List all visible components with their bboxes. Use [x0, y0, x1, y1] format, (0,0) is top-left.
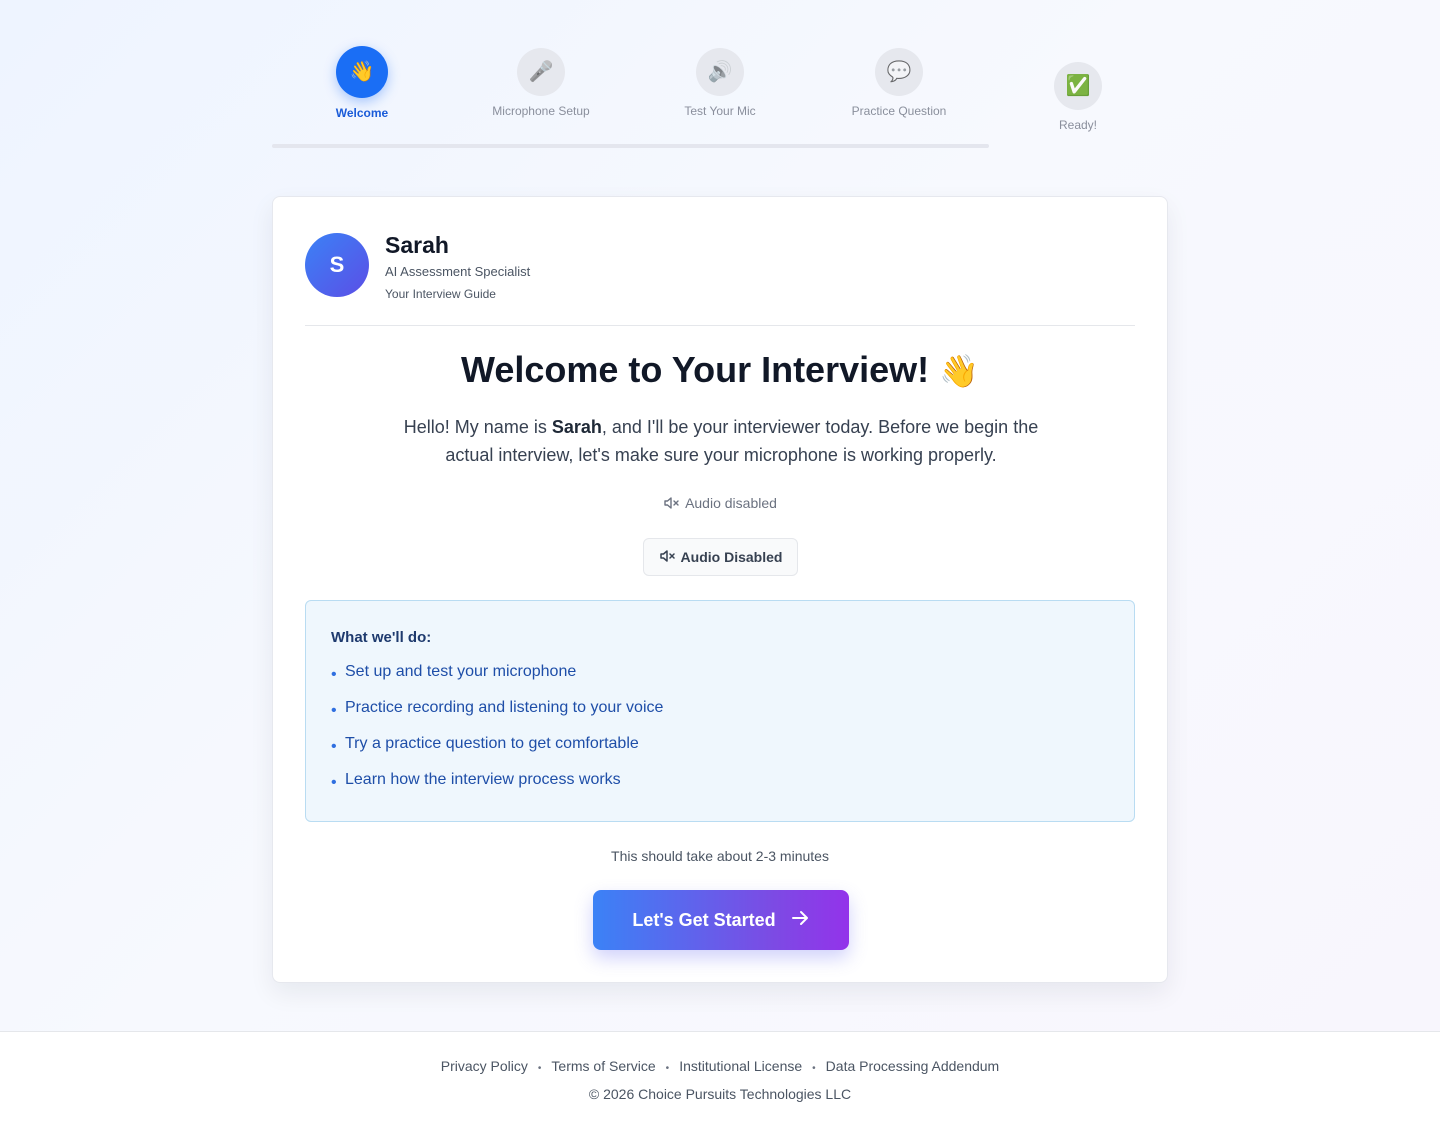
- progress-stepper: 👋 Welcome 🎤 Microphone Setup 🔊 Test Your…: [272, 36, 1168, 156]
- waving-hand-icon: 👋: [336, 46, 388, 98]
- duration-note: This should take about 2-3 minutes: [611, 848, 829, 864]
- intro-before: Hello! My name is: [403, 417, 552, 437]
- bullet-icon: •: [331, 738, 337, 755]
- divider: [305, 325, 1135, 326]
- copyright: © 2026 Choice Pursuits Technologies LLC: [588, 1086, 852, 1102]
- step-microphone-setup[interactable]: 🎤 Microphone Setup: [451, 48, 631, 118]
- speaker-icon: 🔊: [696, 48, 744, 96]
- bullet-icon: •: [331, 666, 337, 683]
- plan-title: What we'll do:: [331, 629, 432, 646]
- audio-button-label: Audio Disabled: [680, 549, 783, 565]
- terms-of-service-link[interactable]: Terms of Service: [551, 1058, 655, 1074]
- footer-links: Privacy Policy • Terms of Service • Institut…: [0, 1058, 1440, 1074]
- step-test-your-mic[interactable]: 🔊 Test Your Mic: [630, 48, 810, 118]
- audio-status: Audio disabled: [273, 495, 1167, 514]
- speech-bubble-icon: 💬: [875, 48, 923, 96]
- list-item: • Set up and test your microphone: [331, 661, 1109, 697]
- interviewer-guide-label: Your Interview Guide: [385, 287, 496, 301]
- footer-separator: •: [665, 1063, 670, 1074]
- data-processing-addendum-link[interactable]: Data Processing Addendum: [826, 1058, 1000, 1074]
- avatar: S: [305, 233, 369, 297]
- list-item: • Practice recording and listening to you…: [331, 697, 1109, 733]
- intro-text: Hello! My name is Sarah, and I'll be you…: [393, 413, 1049, 469]
- bullet-icon: •: [331, 774, 337, 791]
- speaker-muted-icon: [659, 548, 675, 567]
- plan-box: What we'll do: • Set up and test your mic…: [305, 600, 1135, 822]
- title-text: Welcome to Your Interview!: [461, 349, 930, 390]
- bullet-icon: •: [331, 702, 337, 719]
- step-label: Microphone Setup: [492, 104, 590, 118]
- step-label: Test Your Mic: [684, 104, 756, 118]
- check-mark-icon: ✅: [1054, 62, 1102, 110]
- audio-toggle-button[interactable]: Audio Disabled: [643, 538, 798, 576]
- footer-separator: •: [812, 1063, 816, 1074]
- list-item: • Try a practice question to get comforta…: [331, 733, 1109, 769]
- step-label: Ready!: [1058, 118, 1098, 132]
- step-welcome[interactable]: 👋 Welcome: [272, 46, 452, 120]
- welcome-card: S Sarah AI Assessment Specialist Your In…: [272, 196, 1168, 983]
- speaker-muted-icon: [663, 495, 679, 514]
- list-item: • Learn how the interview process works: [331, 769, 1109, 805]
- step-ready[interactable]: ✅ Ready!: [988, 62, 1168, 132]
- privacy-policy-link[interactable]: Privacy Policy: [441, 1058, 528, 1074]
- step-label: Welcome: [335, 106, 389, 120]
- audio-status-text: Audio disabled: [685, 495, 777, 511]
- intro-name: Sarah: [551, 417, 602, 437]
- progress-track: [272, 144, 989, 148]
- institutional-license-link[interactable]: Institutional License: [679, 1058, 802, 1074]
- waving-hand-icon: 👋: [939, 353, 979, 389]
- page-title: Welcome to Your Interview! 👋: [273, 349, 1167, 391]
- plan-list: • Set up and test your microphone • Practi…: [331, 661, 1109, 805]
- get-started-label: Let's Get Started: [632, 909, 776, 930]
- footer: Privacy Policy • Terms of Service • Institut…: [0, 1031, 1440, 1128]
- step-label: Practice Question: [851, 104, 947, 118]
- get-started-button[interactable]: Let's Get Started: [593, 890, 849, 950]
- step-practice-question[interactable]: 💬 Practice Question: [809, 48, 989, 118]
- footer-separator: •: [537, 1063, 542, 1074]
- arrow-right-icon: [790, 908, 810, 933]
- microphone-icon: 🎤: [517, 48, 565, 96]
- interviewer-name: Sarah: [385, 232, 449, 258]
- interviewer-role: AI Assessment Specialist: [385, 264, 531, 279]
